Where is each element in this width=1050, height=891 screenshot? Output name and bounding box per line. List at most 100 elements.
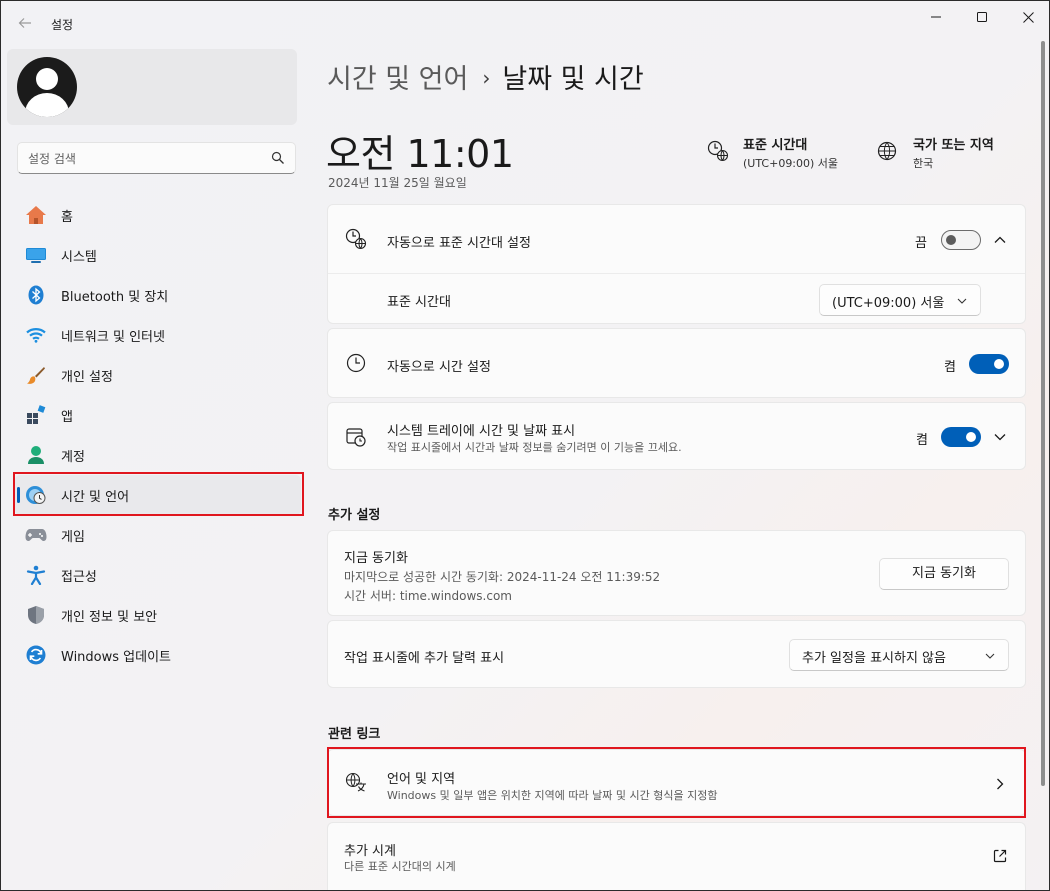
time-server-text: 시간 서버: time.windows.com bbox=[344, 589, 512, 603]
auto-time-toggle[interactable] bbox=[969, 354, 1009, 374]
auto-timezone-toggle[interactable] bbox=[941, 230, 981, 250]
account-icon bbox=[25, 445, 47, 465]
search-icon[interactable] bbox=[271, 151, 285, 165]
settings-window: 설정 홈 시스템 bbox=[0, 0, 1050, 891]
title-bar: 설정 bbox=[1, 1, 1049, 45]
extra-calendar-dropdown-value: 추가 일정을 표시하지 않음 bbox=[802, 651, 946, 666]
page-title: 날짜 및 시간 bbox=[502, 64, 644, 95]
sidebar-item-accessibility[interactable]: 접근성 bbox=[15, 555, 301, 595]
region-info-value: 한국 bbox=[913, 157, 934, 170]
timezone-globe-icon bbox=[344, 227, 368, 251]
sidebar-item-personalization[interactable]: 개인 설정 bbox=[15, 355, 301, 395]
search-box bbox=[17, 142, 296, 174]
breadcrumb-separator: › bbox=[482, 66, 491, 90]
app-title: 설정 bbox=[51, 18, 74, 32]
current-time: 오전 11:01 bbox=[326, 132, 514, 176]
divider bbox=[328, 273, 1025, 274]
auto-time-card: 자동으로 시간 설정 켬 bbox=[327, 328, 1026, 398]
additional-clocks-title: 추가 시계 bbox=[344, 844, 396, 859]
sync-card: 지금 동기화 마지막으로 성공한 시간 동기화: 2024-11-24 오전 1… bbox=[327, 530, 1026, 616]
globe-icon bbox=[877, 141, 897, 161]
bluetooth-icon bbox=[25, 285, 47, 305]
auto-timezone-state: 끔 bbox=[915, 236, 927, 251]
sidebar-item-label: 개인 설정 bbox=[61, 370, 113, 385]
tray-time-toggle[interactable] bbox=[941, 427, 981, 447]
region-info: 국가 또는 지역 한국 bbox=[877, 134, 1027, 174]
home-icon bbox=[25, 205, 47, 225]
avatar-head bbox=[36, 68, 58, 90]
timezone-dropdown-value: (UTC+09:00) 서울 bbox=[832, 296, 945, 311]
chevron-down-icon bbox=[957, 298, 967, 304]
sidebar-item-label: 앱 bbox=[61, 410, 73, 425]
sidebar-item-label: 개인 정보 및 보안 bbox=[61, 610, 158, 625]
timezone-row-title: 표준 시간대 bbox=[387, 295, 451, 310]
tray-time-state: 켬 bbox=[916, 433, 928, 448]
sidebar-item-apps[interactable]: 앱 bbox=[15, 395, 301, 435]
sync-title: 지금 동기화 bbox=[344, 551, 408, 566]
related-links-heading: 관련 링크 bbox=[328, 727, 381, 742]
additional-clocks-subtitle: 다른 표준 시간대의 시계 bbox=[344, 860, 456, 873]
additional-clocks-link[interactable]: 추가 시계 다른 표준 시간대의 시계 bbox=[327, 822, 1026, 890]
sync-now-button[interactable]: 지금 동기화 bbox=[879, 558, 1009, 590]
sidebar-item-label: 계정 bbox=[61, 450, 85, 465]
sidebar-item-label: Bluetooth 및 장치 bbox=[61, 290, 169, 305]
breadcrumb-parent[interactable]: 시간 및 언어 bbox=[327, 64, 468, 95]
sidebar-item-label: 홈 bbox=[61, 210, 73, 225]
auto-time-title: 자동으로 시간 설정 bbox=[387, 360, 491, 375]
sidebar-item-label: 시스템 bbox=[61, 250, 97, 265]
update-icon bbox=[25, 645, 47, 665]
region-info-title: 국가 또는 지역 bbox=[913, 138, 994, 153]
sidebar-item-home[interactable]: 홈 bbox=[15, 195, 301, 235]
accessibility-icon bbox=[25, 565, 47, 585]
shield-icon bbox=[25, 605, 47, 625]
brush-icon bbox=[25, 365, 47, 385]
current-date: 2024년 11월 25일 월요일 bbox=[328, 176, 467, 190]
sidebar-item-gaming[interactable]: 게임 bbox=[15, 515, 301, 555]
sidebar-item-system[interactable]: 시스템 bbox=[15, 235, 301, 275]
open-external-icon bbox=[993, 849, 1007, 863]
timezone-info: 표준 시간대 (UTC+09:00) 서울 bbox=[707, 134, 867, 174]
timezone-globe-icon bbox=[707, 140, 729, 162]
maximize-button[interactable] bbox=[959, 1, 1005, 33]
sidebar-item-label: Windows 업데이트 bbox=[61, 650, 172, 665]
chevron-up-icon[interactable] bbox=[992, 232, 1008, 248]
minimize-icon bbox=[931, 16, 941, 18]
sidebar-item-accounts[interactable]: 계정 bbox=[15, 435, 301, 475]
highlight-box bbox=[327, 747, 1026, 818]
tray-time-card: 시스템 트레이에 시간 및 날짜 표시 작업 표시줄에서 시간과 날짜 정보를 … bbox=[327, 402, 1026, 470]
search-input[interactable] bbox=[28, 149, 268, 169]
sidebar-item-privacy[interactable]: 개인 정보 및 보안 bbox=[15, 595, 301, 635]
timezone-info-title: 표준 시간대 bbox=[743, 138, 808, 153]
scrollbar[interactable] bbox=[1041, 41, 1045, 786]
auto-time-state: 켬 bbox=[944, 360, 956, 375]
sidebar-item-network[interactable]: 네트워크 및 인터넷 bbox=[15, 315, 301, 355]
timezone-info-value: (UTC+09:00) 서울 bbox=[743, 157, 839, 170]
system-icon bbox=[25, 245, 47, 265]
wifi-icon bbox=[25, 325, 47, 345]
chevron-down-icon bbox=[985, 653, 995, 659]
extra-calendar-title: 작업 표시줄에 추가 달력 표시 bbox=[344, 651, 505, 666]
sidebar-item-bluetooth[interactable]: Bluetooth 및 장치 bbox=[15, 275, 301, 315]
sidebar-nav: 홈 시스템 Bluetooth 및 장치 네트워크 및 인터넷 개인 설정 앱 … bbox=[15, 195, 301, 675]
highlight-box bbox=[13, 472, 304, 516]
auto-timezone-title: 자동으로 표준 시간대 설정 bbox=[387, 236, 531, 251]
chevron-down-icon[interactable] bbox=[992, 429, 1008, 445]
sidebar-item-label: 네트워크 및 인터넷 bbox=[61, 330, 165, 345]
maximize-icon bbox=[977, 12, 987, 22]
clock-icon bbox=[344, 351, 368, 375]
last-sync-text: 마지막으로 성공한 시간 동기화: 2024-11-24 오전 11:39:52 bbox=[344, 570, 661, 584]
timezone-dropdown[interactable]: (UTC+09:00) 서울 bbox=[819, 284, 981, 316]
user-profile-card[interactable] bbox=[7, 49, 297, 125]
calendar-clock-icon bbox=[344, 425, 368, 449]
minimize-button[interactable] bbox=[913, 1, 959, 33]
breadcrumb: 시간 및 언어 › 날짜 및 시간 bbox=[327, 57, 644, 96]
tray-time-title: 시스템 트레이에 시간 및 날짜 표시 bbox=[387, 424, 576, 439]
auto-timezone-card: 자동으로 표준 시간대 설정 끔 표준 시간대 (UTC+09:00) 서울 bbox=[327, 204, 1026, 324]
avatar-body bbox=[25, 93, 69, 117]
sidebar-item-windows-update[interactable]: Windows 업데이트 bbox=[15, 635, 301, 675]
close-button[interactable] bbox=[1005, 1, 1049, 33]
sidebar-item-label: 접근성 bbox=[61, 570, 97, 585]
gamepad-icon bbox=[25, 525, 47, 545]
back-button[interactable] bbox=[13, 11, 37, 35]
extra-calendar-dropdown[interactable]: 추가 일정을 표시하지 않음 bbox=[789, 639, 1009, 671]
